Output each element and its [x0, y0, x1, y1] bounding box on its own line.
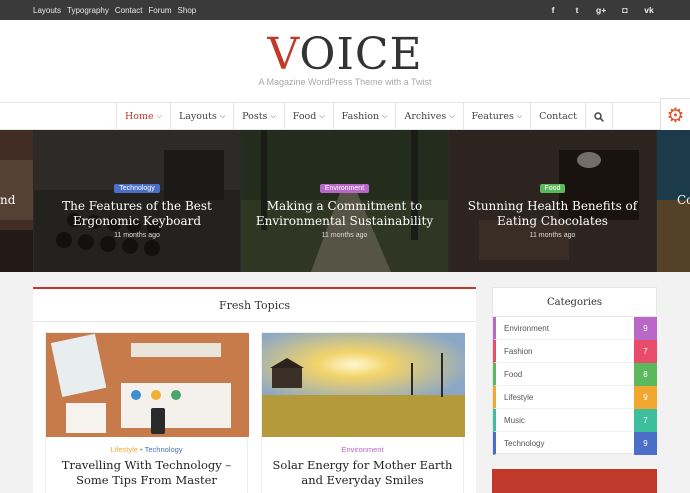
settings-button[interactable]: ⚙	[660, 98, 690, 132]
category-item-food[interactable]: Food 8	[493, 363, 657, 386]
slide-category-badge[interactable]: Environment	[319, 184, 370, 193]
post-category[interactable]: Lifestyle	[110, 445, 138, 454]
post-category[interactable]: Technology	[145, 445, 183, 454]
nav-item-fashion[interactable]: Fashion ⌵	[332, 103, 396, 130]
twitter-icon[interactable]: t	[572, 5, 582, 15]
top-links: Layouts Typography Contact Forum Shop	[33, 0, 196, 20]
site-logo[interactable]: VOICE	[0, 30, 690, 80]
slide-title[interactable]: The Features of the Best Ergonomic Keybo…	[34, 199, 240, 229]
post-title[interactable]: Solar Energy for Mother Earth and Everyd…	[262, 458, 463, 488]
slide-environment[interactable]: Environment Making a Commitment to Envir…	[241, 130, 448, 272]
category-count: 7	[634, 409, 657, 432]
slide-category-badge[interactable]: Food	[539, 184, 566, 193]
nav-item-contact[interactable]: Contact	[530, 103, 585, 130]
vk-icon[interactable]: vk	[644, 5, 654, 15]
slide-keyboard[interactable]: Technology The Features of the Best Ergo…	[34, 130, 240, 272]
chevron-down-icon: ⌵	[270, 112, 276, 120]
top-link-typography[interactable]: Typography	[67, 6, 109, 15]
site-header: VOICE A Magazine WordPress Theme with a …	[0, 20, 690, 102]
top-link-layouts[interactable]: Layouts	[33, 6, 61, 15]
slide-partial-right[interactable]: Co	[657, 130, 690, 272]
top-bar: Layouts Typography Contact Forum Shop f …	[0, 0, 690, 20]
post-card-technology[interactable]: Lifestyle • Technology Travelling With T…	[45, 332, 249, 493]
post-categories: Environment	[262, 445, 463, 454]
slide-date: 11 months ago	[529, 232, 576, 239]
category-count: 8	[634, 363, 657, 386]
facebook-icon[interactable]: f	[548, 5, 558, 15]
category-item-lifestyle[interactable]: Lifestyle 9	[493, 386, 657, 409]
social-links: f t g+ ◘ vk	[548, 0, 654, 20]
section-heading: Fresh Topics	[33, 289, 476, 322]
widget-heading: Categories	[493, 288, 656, 317]
nav-item-food[interactable]: Food ⌵	[283, 103, 333, 130]
category-count: 7	[634, 340, 657, 363]
top-link-contact[interactable]: Contact	[115, 6, 143, 15]
slide-edge-title: Co	[677, 193, 690, 207]
nav-item-layouts[interactable]: Layouts ⌵	[169, 103, 233, 130]
slide-title[interactable]: Stunning Health Benefits of Eating Choco…	[449, 199, 656, 229]
slide-partial-left[interactable]: nd	[0, 130, 33, 272]
slide-date: 11 months ago	[321, 232, 368, 239]
main-nav: Home ⌵ Layouts ⌵ Posts ⌵ Food ⌵ Fashion ⌵ Arc…	[0, 102, 690, 130]
category-item-technology[interactable]: Technology 9	[493, 432, 657, 455]
post-card-solar[interactable]: Environment Solar Energy for Mother Eart…	[261, 332, 465, 493]
chevron-down-icon: ⌵	[319, 112, 325, 120]
category-count: 9	[634, 386, 657, 409]
nav-item-features[interactable]: Features ⌵	[462, 103, 531, 130]
category-count: 9	[634, 317, 657, 340]
post-title[interactable]: Travelling With Technology – Some Tips F…	[46, 458, 247, 488]
category-item-fashion[interactable]: Fashion 7	[493, 340, 657, 363]
slide-date: 11 months ago	[114, 232, 160, 239]
nav-items: Home ⌵ Layouts ⌵ Posts ⌵ Food ⌵ Fashion ⌵ Arc…	[116, 103, 613, 130]
nav-search-button[interactable]	[584, 103, 613, 130]
post-categories: Lifestyle • Technology	[110, 445, 183, 454]
top-link-shop[interactable]: Shop	[178, 6, 197, 15]
nav-item-archives[interactable]: Archives ⌵	[395, 103, 462, 130]
widget-banner	[492, 469, 657, 493]
categories-widget: Categories Environment 9 Fashion 7 Food 8 L…	[492, 287, 657, 455]
chevron-down-icon: ⌵	[219, 112, 226, 120]
chevron-down-icon: ⌵	[156, 112, 162, 120]
post-thumbnail[interactable]	[262, 333, 465, 437]
slide-title[interactable]: Making a Commitment to Environmental Sus…	[241, 199, 448, 229]
post-thumbnail[interactable]	[46, 333, 249, 437]
search-icon	[594, 111, 604, 122]
site-tagline: A Magazine WordPress Theme with a Twist	[258, 77, 432, 87]
chevron-down-icon: ⌵	[449, 112, 455, 120]
chevron-down-icon: ⌵	[516, 112, 523, 120]
category-item-environment[interactable]: Environment 9	[493, 317, 657, 340]
slide-food[interactable]: Food Stunning Health Benefits of Eating …	[449, 130, 656, 272]
post-category[interactable]: Environment	[341, 445, 383, 454]
chevron-down-icon: ⌵	[382, 112, 388, 120]
fresh-topics-section: Fresh Topics Lifestyle • Technology Trav…	[33, 287, 476, 493]
google-plus-icon[interactable]: g+	[596, 5, 606, 15]
slide-category-badge[interactable]: Technology	[114, 184, 160, 193]
gear-icon: ⚙	[666, 104, 685, 127]
nav-item-posts[interactable]: Posts ⌵	[233, 103, 284, 130]
instagram-icon[interactable]: ◘	[620, 5, 630, 15]
nav-item-home[interactable]: Home ⌵	[116, 103, 170, 130]
top-link-forum[interactable]: Forum	[148, 6, 171, 15]
slide-edge-title: nd	[0, 193, 16, 207]
category-item-music[interactable]: Music 7	[493, 409, 657, 432]
featured-slider: nd Technology The Features of the Best E…	[0, 130, 690, 272]
category-list: Environment 9 Fashion 7 Food 8 Lifestyle 9 M…	[493, 317, 657, 455]
category-count: 9	[634, 432, 657, 455]
